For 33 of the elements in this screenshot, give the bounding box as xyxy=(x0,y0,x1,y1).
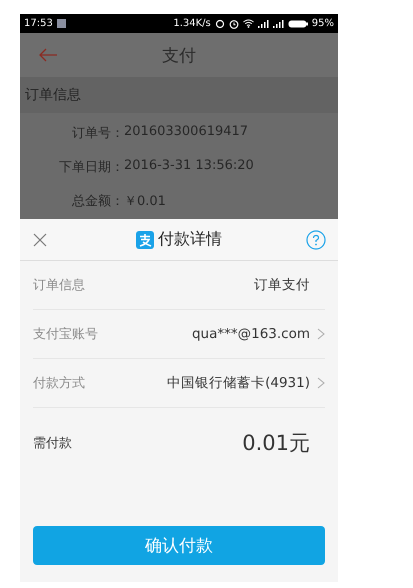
field-label: 总金额： xyxy=(71,193,124,210)
field-label: 下单日期： xyxy=(58,159,124,176)
notification-icon xyxy=(56,19,66,28)
signal-icon xyxy=(258,20,269,28)
wifi-icon xyxy=(242,19,254,28)
help-icon[interactable] xyxy=(306,230,326,250)
battery-level: 95% xyxy=(312,18,334,29)
battery-icon xyxy=(288,20,308,28)
signal-icon xyxy=(272,20,284,28)
row-value: 订单支付 xyxy=(254,276,310,294)
row-value: qua***@163.com xyxy=(192,326,310,342)
chevron-right-icon[interactable] xyxy=(317,377,325,389)
chevron-right-icon[interactable] xyxy=(317,328,325,340)
field-value: 201603300619417 xyxy=(124,124,248,141)
field-value: ￥0.01 xyxy=(124,193,166,210)
status-time: 17:53 xyxy=(24,18,53,29)
amount-label: 需付款 xyxy=(33,435,73,452)
row-value: 中国银行储蓄卡(4931) xyxy=(167,374,310,392)
field-value: 2016-3-31 13:56:20 xyxy=(124,158,254,175)
sheet-title: 付款详情 xyxy=(158,229,222,250)
close-icon[interactable] xyxy=(33,232,47,246)
row-label: 付款方式 xyxy=(33,375,86,392)
field-label: 订单号： xyxy=(71,125,124,142)
back-arrow-icon[interactable] xyxy=(38,48,58,62)
payment-logo-icon xyxy=(136,230,154,248)
row-label: 支付宝账号 xyxy=(33,326,99,343)
amount-value: 0.01元 xyxy=(242,430,310,457)
section-header: 订单信息 xyxy=(25,86,81,104)
page-title: 支付 xyxy=(162,46,196,66)
row-label: 订单信息 xyxy=(33,277,86,294)
network-speed: 1.34K/s xyxy=(173,18,211,29)
alarm-icon xyxy=(228,18,239,28)
confirm-payment-button[interactable]: 确认付款 xyxy=(33,526,325,565)
